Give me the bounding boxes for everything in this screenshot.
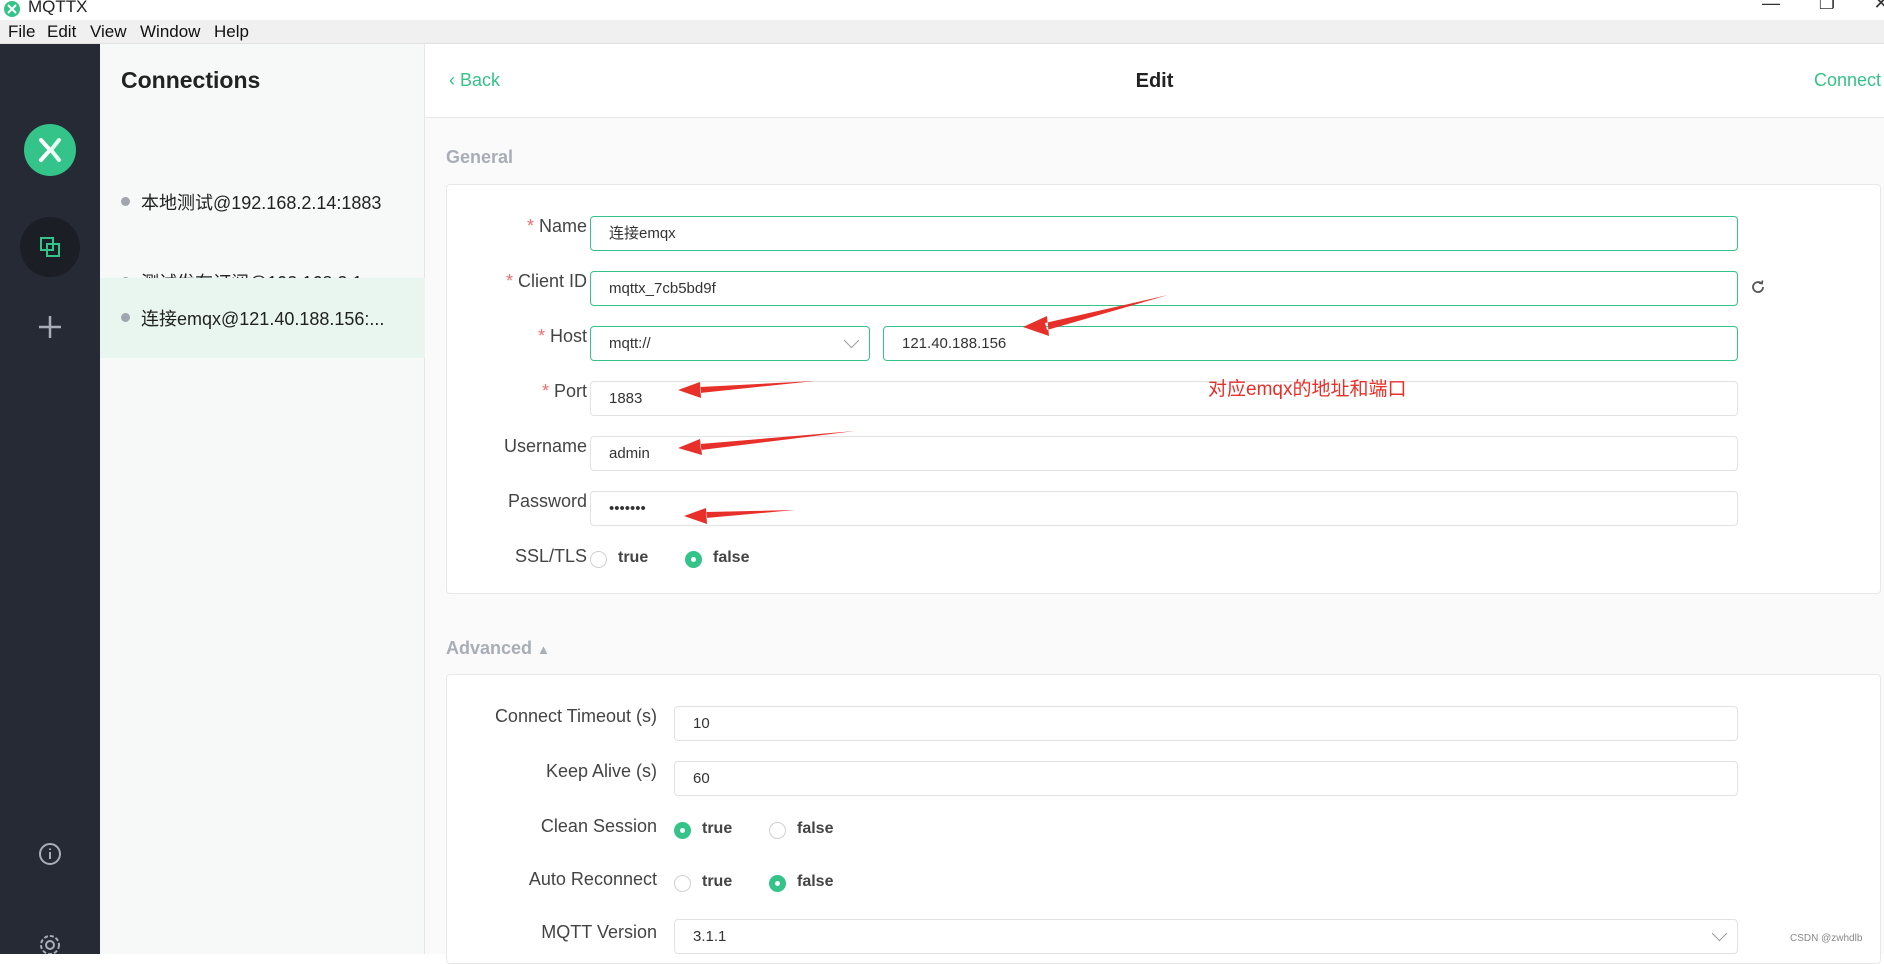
edit-panel: ‹ Back Edit Connect General * Name 连接emqx… — [425, 44, 1884, 964]
plus-icon[interactable] — [37, 314, 63, 340]
ssl-true-radio[interactable] — [590, 551, 607, 568]
window-title: MQTTX — [28, 0, 88, 16]
menu-window[interactable]: Window — [140, 22, 200, 42]
refresh-icon[interactable] — [1749, 278, 1767, 296]
annotation-text: 对应emqx的地址和端口 — [1208, 379, 1407, 400]
username-label: Username — [503, 436, 587, 456]
general-card: * Name 连接emqx * Client ID mqttx_7cb5bd9f *… — [446, 184, 1881, 594]
status-dot — [121, 313, 130, 322]
menu-view[interactable]: View — [90, 22, 127, 42]
clean-session-false-label: false — [797, 820, 834, 837]
close-button[interactable]: ✕ — [1866, 0, 1884, 12]
clean-session-label: Clean Session — [540, 816, 657, 836]
connections-nav-button[interactable] — [20, 217, 80, 277]
mqttx-logo-icon — [4, 1, 20, 17]
chevron-down-icon — [1711, 925, 1728, 942]
mqtt-version-value: 3.1.1 — [693, 928, 727, 945]
title-bar: MQTTX — ❐ ✕ — [0, 0, 1884, 20]
ssl-false-label: false — [713, 549, 750, 566]
auto-reconnect-label: Auto Reconnect — [528, 869, 657, 889]
clean-session-true-radio[interactable] — [674, 822, 691, 839]
connection-item[interactable]: 本地测试@192.168.2.14:1883 — [100, 162, 425, 242]
keep-alive-input[interactable]: 60 — [674, 761, 1738, 796]
password-label: Password — [507, 491, 587, 511]
password-input[interactable]: ••••••• — [590, 491, 1738, 526]
info-icon[interactable] — [38, 842, 62, 866]
port-label: * Port — [541, 381, 587, 401]
restore-button[interactable]: ❐ — [1812, 0, 1842, 12]
caret-up-icon: ▲ — [537, 642, 550, 657]
auto-reconnect-false-radio[interactable] — [769, 875, 786, 892]
advanced-card: Connect Timeout (s) 10 Keep Alive (s) 60… — [446, 674, 1881, 964]
page-title: Edit — [1135, 70, 1174, 92]
connection-label: 本地测试@192.168.2.14:1883 — [141, 193, 382, 213]
connect-button[interactable]: Connect — [1814, 70, 1881, 91]
settings-icon[interactable] — [37, 932, 63, 954]
clean-session-false-radio[interactable] — [769, 822, 786, 839]
mqtt-version-select[interactable]: 3.1.1 — [674, 919, 1738, 954]
auto-reconnect-true-radio[interactable] — [674, 875, 691, 892]
connect-timeout-label: Connect Timeout (s) — [494, 706, 657, 726]
connect-timeout-input[interactable]: 10 — [674, 706, 1738, 741]
auto-reconnect-false-label: false — [797, 873, 834, 890]
watermark: CSDN @zwhdlb — [1790, 933, 1863, 944]
name-input[interactable]: 连接emqx — [590, 216, 1738, 251]
chevron-down-icon — [843, 332, 860, 349]
connections-panel: Connections 本地测试@192.168.2.14:1883 测试发布订… — [100, 44, 425, 954]
menu-help[interactable]: Help — [214, 22, 249, 42]
auto-reconnect-true-label: true — [702, 873, 733, 890]
menu-edit[interactable]: Edit — [47, 22, 76, 42]
connections-title: Connections — [121, 67, 261, 93]
menu-bar: File Edit View Window Help — [0, 20, 1884, 44]
protocol-select[interactable]: mqtt:// — [590, 326, 870, 361]
ssl-true-label: true — [618, 549, 649, 566]
status-dot — [121, 197, 130, 206]
mqtt-version-label: MQTT Version — [541, 922, 657, 942]
clean-session-true-label: true — [702, 820, 733, 837]
connection-label: 连接emqx@121.40.188.156:... — [141, 309, 385, 329]
port-input[interactable]: 1883 — [590, 381, 1738, 416]
keep-alive-label: Keep Alive (s) — [545, 761, 657, 781]
minimize-button[interactable]: — — [1756, 0, 1786, 12]
menu-file[interactable]: File — [8, 22, 35, 42]
connections-icon — [40, 237, 60, 257]
general-section-title: General — [446, 147, 514, 167]
mqttx-logo-icon — [24, 124, 76, 176]
username-input[interactable]: admin — [590, 436, 1738, 471]
ssl-label: SSL/TLS — [514, 546, 587, 566]
protocol-value: mqtt:// — [609, 335, 651, 352]
connection-item-active[interactable]: 连接emqx@121.40.188.156:... — [100, 278, 425, 358]
ssl-false-radio[interactable] — [685, 551, 702, 568]
host-input[interactable]: 121.40.188.156 — [883, 326, 1738, 361]
advanced-section-title[interactable]: Advanced ▲ — [446, 638, 550, 659]
edit-header: ‹ Back Edit Connect — [425, 44, 1884, 118]
left-rail — [0, 44, 100, 954]
client-id-input[interactable]: mqttx_7cb5bd9f — [590, 271, 1738, 306]
name-label: * Name — [526, 216, 587, 236]
host-label: * Host — [537, 326, 587, 346]
client-id-label: * Client ID — [505, 271, 587, 291]
